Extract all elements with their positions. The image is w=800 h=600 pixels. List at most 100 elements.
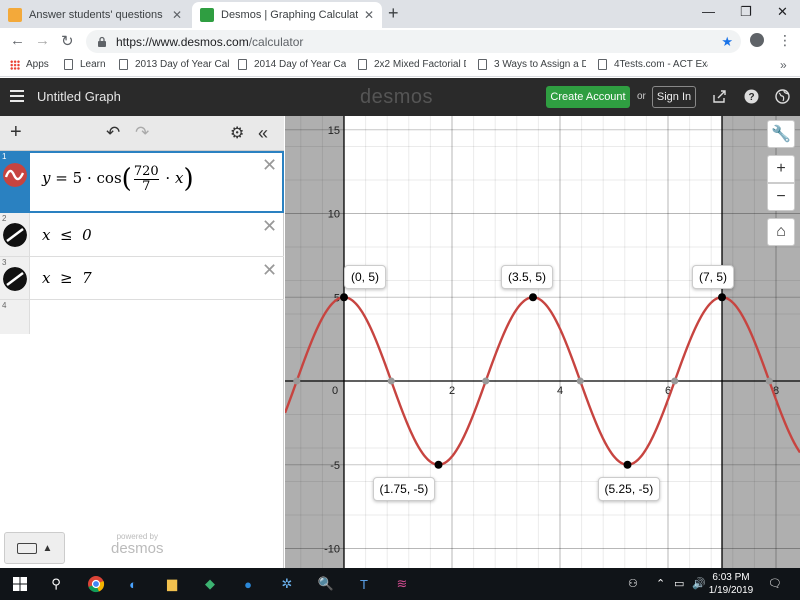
restore-icon[interactable]: ❐ bbox=[740, 4, 752, 20]
graph-canvas[interactable]: 0 2 4 6 815105-5-10 bbox=[285, 116, 800, 568]
create-account-button[interactable]: Create Account bbox=[546, 86, 630, 108]
tray-up-icon[interactable]: ⌃ bbox=[656, 577, 665, 590]
browser-toolbar: ← → ↻ https://www.desmos.com/calculator … bbox=[0, 28, 800, 55]
settings-gear-icon[interactable]: ⚙ bbox=[230, 123, 244, 143]
tab-title: Answer students' questions and l bbox=[29, 9, 166, 21]
keyboard-icon bbox=[16, 542, 37, 554]
app-icon-gear[interactable]: ✲ bbox=[277, 574, 297, 594]
graph-title[interactable]: Untitled Graph bbox=[37, 89, 121, 104]
windows-start-icon[interactable] bbox=[10, 574, 30, 594]
collapse-panel-icon[interactable]: « bbox=[258, 123, 268, 144]
brainly-favicon-icon bbox=[8, 8, 22, 22]
new-tab-button[interactable]: + bbox=[388, 3, 399, 24]
expression-math-1[interactable]: y = 5 · cos(720 7 · x) bbox=[42, 164, 194, 194]
bookmark-apps[interactable]: Apps bbox=[10, 59, 49, 70]
bookmark-2x2[interactable]: 2x2 Mixed Factorial D bbox=[358, 59, 466, 70]
page-icon bbox=[119, 59, 128, 70]
bookmarks-overflow[interactable]: » bbox=[780, 58, 787, 72]
sign-in-button[interactable]: Sign In bbox=[652, 86, 696, 108]
restriction-color-icon[interactable] bbox=[3, 223, 27, 247]
zero-crossing-point bbox=[387, 377, 395, 385]
help-icon[interactable]: ? bbox=[744, 89, 759, 104]
svg-text:?: ? bbox=[748, 92, 754, 103]
window-close-icon[interactable]: ✕ bbox=[777, 4, 788, 20]
chrome-icon[interactable] bbox=[86, 574, 106, 594]
x-tick-label: 2 bbox=[449, 385, 455, 397]
bookmark-learn[interactable]: Learn bbox=[64, 59, 106, 70]
bookmark-3ways[interactable]: 3 Ways to Assign a D bbox=[478, 59, 586, 70]
back-arrow-icon[interactable]: ← bbox=[10, 32, 25, 49]
hamburger-menu-icon[interactable] bbox=[10, 90, 24, 102]
graph-paper[interactable]: 0 2 4 6 8 15 10 5 -5 -10 (0, 5) (3.5, 5) (7, 5) (1.7… bbox=[285, 116, 800, 568]
zoom-out-button[interactable]: − bbox=[767, 183, 795, 211]
graph-settings-wrench-icon[interactable]: 🔧 bbox=[767, 120, 795, 148]
zoom-in-button[interactable]: + bbox=[767, 155, 795, 183]
zero-crossing-point bbox=[293, 377, 301, 385]
tab-desmos[interactable]: Desmos | Graphing Calculator ✕ bbox=[192, 2, 382, 28]
minimize-icon[interactable]: — bbox=[702, 4, 715, 19]
app-icon-blue[interactable]: ◐ bbox=[123, 574, 143, 594]
redo-icon[interactable]: ↷ bbox=[135, 123, 149, 143]
bookmark-2013[interactable]: 2013 Day of Year Calc bbox=[119, 59, 229, 70]
app-icon-edge[interactable]: ● bbox=[238, 574, 258, 594]
caret-up-icon: ▲ bbox=[42, 542, 53, 554]
profile-avatar-icon[interactable] bbox=[750, 33, 764, 47]
point-label[interactable]: (0, 5) bbox=[344, 265, 387, 290]
point-label[interactable]: (1.75, -5) bbox=[372, 476, 436, 501]
expression-toolbar: + ↶ ↷ ⚙ « bbox=[0, 116, 284, 151]
bookmark-4tests[interactable]: 4Tests.com - ACT Exa bbox=[598, 59, 708, 70]
forward-arrow-icon[interactable]: → bbox=[35, 32, 50, 49]
delete-expression-icon[interactable]: ✕ bbox=[262, 155, 277, 176]
battery-icon[interactable]: ▭ bbox=[674, 577, 684, 590]
app-icon-t[interactable]: T bbox=[354, 574, 374, 594]
desmos-logo: desmos bbox=[360, 86, 434, 108]
file-explorer-icon[interactable]: ▆ bbox=[162, 574, 182, 594]
search-icon[interactable]: ⚲ bbox=[46, 574, 66, 594]
taskbar-clock[interactable]: 6:03 PM 1/19/2019 bbox=[706, 571, 756, 597]
restriction-color-icon[interactable] bbox=[3, 267, 27, 291]
expression-row-4[interactable]: 4 bbox=[0, 300, 284, 334]
browser-menu-icon[interactable]: ⋮ bbox=[778, 32, 792, 49]
bookmark-star-icon[interactable]: ★ bbox=[721, 34, 733, 50]
point-marker bbox=[434, 460, 443, 469]
zero-crossing-point bbox=[576, 377, 584, 385]
people-icon[interactable]: ⚇ bbox=[628, 577, 638, 590]
expression-row-1[interactable]: 1 y = 5 · cos(720 7 · x) ✕ bbox=[0, 151, 284, 213]
wave-color-icon[interactable] bbox=[3, 163, 27, 187]
close-icon[interactable]: ✕ bbox=[172, 8, 182, 22]
point-label[interactable]: (5.25, -5) bbox=[597, 476, 661, 501]
point-label[interactable]: (7, 5) bbox=[692, 265, 735, 290]
close-icon[interactable]: ✕ bbox=[364, 8, 374, 22]
expression-panel: + ↶ ↷ ⚙ « 1 y = 5 · cos(720 7 · x) ✕ 2 x … bbox=[0, 116, 284, 568]
expression-math-2[interactable]: x ≤ 0 bbox=[42, 226, 92, 244]
app-icon-shield[interactable]: ◆ bbox=[200, 574, 220, 594]
delete-expression-icon[interactable]: ✕ bbox=[262, 260, 277, 281]
address-bar[interactable]: https://www.desmos.com/calculator ★ bbox=[86, 30, 741, 53]
add-item-icon[interactable]: + bbox=[10, 121, 22, 144]
apps-grid-icon bbox=[10, 59, 20, 70]
powered-by-desmos[interactable]: powered by desmos bbox=[111, 532, 164, 557]
tab-answer-questions[interactable]: Answer students' questions and l ✕ bbox=[0, 2, 190, 28]
globe-icon[interactable] bbox=[775, 89, 790, 104]
reload-icon[interactable]: ↻ bbox=[61, 32, 74, 50]
share-icon[interactable] bbox=[712, 89, 727, 104]
expression-row-3[interactable]: 3 x ≥ 7 ✕ bbox=[0, 257, 284, 300]
home-icon[interactable]: ⌂ bbox=[767, 218, 795, 246]
page-icon bbox=[598, 59, 607, 70]
page-icon bbox=[64, 59, 73, 70]
notifications-icon[interactable]: 🗨 bbox=[768, 577, 782, 590]
delete-expression-icon[interactable]: ✕ bbox=[262, 216, 277, 237]
point-marker bbox=[529, 293, 537, 302]
point-label[interactable]: (3.5, 5) bbox=[501, 265, 554, 290]
y-tick-label: 15 bbox=[328, 125, 340, 137]
or-text: or bbox=[637, 91, 646, 102]
zero-crossing-point bbox=[671, 377, 679, 385]
volume-icon[interactable]: 🔊 bbox=[692, 577, 706, 590]
app-icon-stack[interactable]: ≋ bbox=[392, 574, 412, 594]
bookmark-2014[interactable]: 2014 Day of Year Calc bbox=[238, 59, 346, 70]
expression-math-3[interactable]: x ≥ 7 bbox=[42, 269, 92, 287]
expression-row-2[interactable]: 2 x ≤ 0 ✕ bbox=[0, 213, 284, 257]
keyboard-toggle-button[interactable]: ▲ bbox=[4, 532, 65, 564]
app-icon-magnifier[interactable]: 🔍 bbox=[316, 574, 336, 594]
undo-icon[interactable]: ↶ bbox=[106, 123, 120, 143]
